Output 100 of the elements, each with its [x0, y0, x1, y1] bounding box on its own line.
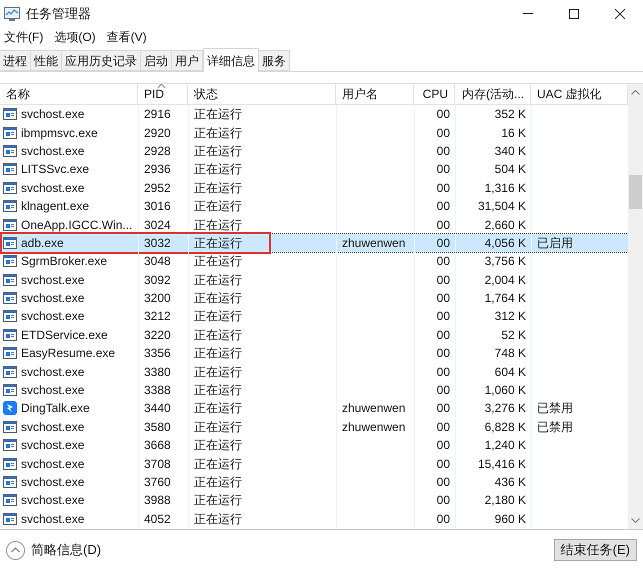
- table-cell-text: svchost.exe: [21, 456, 84, 473]
- window-icon: [3, 200, 17, 212]
- table-cell-text: 00: [436, 510, 450, 528]
- window-icon: [3, 420, 17, 433]
- table-row[interactable]: svchost.exe 2928 正在运行 00 340 K: [0, 142, 628, 160]
- table-cell-text: svchost.exe: [21, 290, 84, 308]
- table-cell-text: 2,004 K: [484, 272, 526, 289]
- table-cell-text: 正在运行: [194, 161, 242, 178]
- table-cell-text: 3760: [144, 474, 171, 491]
- tab[interactable]: 进程: [0, 50, 31, 71]
- table-row[interactable]: EasyResume.exe 3356 正在运行 00 748 K: [0, 344, 628, 362]
- table-cell-text: 2920: [144, 124, 171, 142]
- table-cell-text: 正在运行: [194, 492, 242, 510]
- table-cell-text: svchost.exe: [21, 180, 84, 197]
- table-cell-text: DingTalk.exe: [21, 400, 90, 418]
- table-cell-text: svchost.exe: [21, 474, 84, 491]
- table-row[interactable]: svchost.exe 3380 正在运行 00 604 K: [0, 362, 628, 381]
- table-row[interactable]: SgrmBroker.exe 3048 正在运行 00 3,756 K: [0, 252, 628, 271]
- table-cell-text: 00: [436, 124, 450, 142]
- table-cell-text: 3220: [144, 326, 171, 344]
- column-header[interactable]: 状态: [188, 84, 336, 104]
- window-icon: [3, 255, 17, 268]
- tab[interactable]: 详细信息: [203, 48, 259, 72]
- tab[interactable]: 性能: [30, 50, 62, 71]
- table-row[interactable]: svchost.exe 3988 正在运行 00 2,180 K: [0, 491, 628, 510]
- table-row[interactable]: svchost.exe 4052 正在运行 00 960 K: [0, 510, 628, 528]
- table-cell-text: LITSSvc.exe: [21, 161, 90, 178]
- menu-item[interactable]: 选项(O): [52, 28, 98, 46]
- table-cell-text: 2916: [144, 106, 171, 124]
- table-cell-text: 正在运行: [194, 400, 242, 418]
- table-cell-text: 已禁用: [537, 400, 573, 418]
- table-row[interactable]: ETDService.exe 3220 正在运行 00 52 K: [0, 326, 628, 344]
- table-row[interactable]: svchost.exe 3760 正在运行 00 436 K: [0, 472, 628, 492]
- scrollbar-thumb[interactable]: [629, 175, 642, 209]
- scrollbar[interactable]: [628, 84, 643, 529]
- maximize-icon: [569, 8, 579, 18]
- table-cell-text: EasyResume.exe: [21, 345, 116, 362]
- dingtalk-icon: [3, 401, 17, 416]
- table-cell-text: 3048: [144, 253, 171, 270]
- table-cell-text: 2936: [144, 161, 171, 178]
- tab[interactable]: 服务: [258, 50, 290, 71]
- table-row[interactable]: svchost.exe 3708 正在运行 00 15,416 K: [0, 454, 628, 473]
- table-row[interactable]: klnagent.exe 3016 正在运行 00 31,504 K: [0, 196, 628, 216]
- table-row[interactable]: svchost.exe 3092 正在运行 00 2,004 K: [0, 270, 628, 289]
- table-cell-text: 正在运行: [194, 290, 242, 308]
- table-cell-text: 504 K: [494, 161, 526, 178]
- table-cell-text: 3668: [144, 437, 171, 454]
- tab[interactable]: 启动: [140, 50, 172, 71]
- window-title: 任务管理器: [26, 4, 91, 23]
- window-icon: [3, 163, 17, 176]
- table-cell-text: zhuwenwen: [342, 418, 406, 436]
- tab[interactable]: 应用历史记录: [61, 50, 141, 71]
- table-row[interactable]: LITSSvc.exe 2936 正在运行 00 504 K: [0, 160, 628, 179]
- end-task-button[interactable]: 结束任务(E): [554, 539, 637, 561]
- table-row[interactable]: svchost.exe 3580 正在运行 zhuwenwen 00 6,828 K 已禁用: [0, 418, 628, 436]
- table-row[interactable]: svchost.exe 3200 正在运行 00 1,764 K: [0, 288, 628, 308]
- table-cell-text: 3708: [144, 456, 171, 473]
- table-cell-text: 2928: [144, 142, 171, 160]
- table-row[interactable]: svchost.exe 2952 正在运行 00 1,316 K: [0, 178, 628, 197]
- table-cell-text: 2952: [144, 180, 171, 197]
- table-cell-text: 00: [436, 364, 450, 381]
- table-cell-text: 正在运行: [194, 345, 242, 362]
- table-cell-text: 1,240 K: [484, 437, 526, 454]
- table-cell-text: 00: [436, 161, 450, 178]
- column-header[interactable]: 名称: [0, 84, 138, 104]
- table-cell-text: 正在运行: [194, 510, 242, 528]
- table-cell-text: 00: [436, 253, 450, 270]
- table-cell-text: 3024: [144, 216, 171, 234]
- tab[interactable]: 用户: [171, 50, 203, 71]
- window-icon: [3, 144, 17, 157]
- table-cell-text: SgrmBroker.exe: [21, 253, 108, 270]
- table-cell-text: 15,416 K: [478, 456, 526, 473]
- monitor-chart-icon: [4, 6, 20, 20]
- table-row[interactable]: DingTalk.exe 3440 正在运行 zhuwenwen 00 3,276 K 已禁用: [0, 399, 628, 418]
- window-icon: [3, 458, 17, 470]
- table-cell-text: svchost.exe: [21, 272, 84, 289]
- table-row[interactable]: adb.exe 3032 正在运行 zhuwenwen 00 4,056 K 已启用: [0, 234, 628, 252]
- table-cell-text: 3200: [144, 290, 171, 308]
- table-row[interactable]: ibmpmsvc.exe 2920 正在运行 00 16 K: [0, 123, 628, 142]
- table-cell-text: svchost.exe: [21, 437, 84, 454]
- menu-item[interactable]: 查看(V): [104, 28, 149, 46]
- table-cell-text: 00: [436, 345, 450, 362]
- column-header[interactable]: CPU: [414, 84, 455, 104]
- details-toggle[interactable]: 简略信息(D): [6, 540, 102, 560]
- table-cell-text: 3016: [144, 198, 171, 216]
- column-header[interactable]: 用户名: [336, 84, 414, 104]
- table-row[interactable]: svchost.exe 3388 正在运行 00 1,060 K: [0, 380, 628, 400]
- table-cell-text: 960 K: [494, 510, 526, 528]
- table-row[interactable]: svchost.exe 3668 正在运行 00 1,240 K: [0, 436, 628, 454]
- column-header[interactable]: 内存(活动...: [455, 84, 531, 104]
- scroll-down-icon: [631, 518, 640, 523]
- window-icon: [3, 476, 17, 488]
- table-cell-text: 352 K: [494, 106, 526, 124]
- table-cell-text: 00: [436, 290, 450, 308]
- table-cell-text: 1,764 K: [484, 290, 526, 308]
- column-header[interactable]: PID: [138, 84, 188, 104]
- menu-item[interactable]: 文件(F): [2, 28, 46, 46]
- table-row[interactable]: svchost.exe 2916 正在运行 00 352 K: [0, 105, 628, 124]
- table-row[interactable]: svchost.exe 3212 正在运行 00 312 K: [0, 307, 628, 326]
- window-icon: [3, 292, 17, 304]
